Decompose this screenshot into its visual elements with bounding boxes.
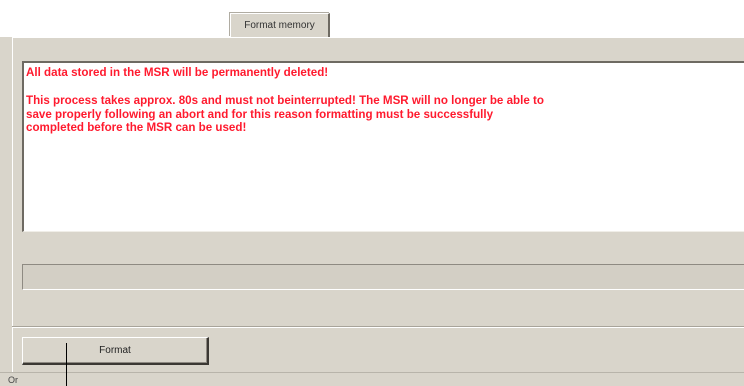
warning-blank-line bbox=[26, 80, 744, 94]
warning-line-1: All data stored in the MSR will be perma… bbox=[26, 66, 329, 79]
status-bar: Or bbox=[0, 372, 744, 386]
window-left-edge bbox=[0, 37, 12, 386]
warning-line-4: completed before the MSR can be used! bbox=[26, 121, 247, 135]
tab-format-memory[interactable]: Format memory bbox=[230, 13, 330, 37]
warning-line-3: save properly following an abort and for… bbox=[26, 107, 494, 121]
warning-message-box: All data stored in the MSR will be perma… bbox=[22, 61, 744, 232]
format-button[interactable]: Format bbox=[22, 337, 209, 365]
warning-line-2: This process takes approx. 80s and must … bbox=[26, 93, 544, 107]
button-separator bbox=[12, 326, 744, 328]
format-progress-bar bbox=[22, 264, 744, 290]
text-cursor-icon bbox=[66, 343, 67, 386]
format-memory-window: Format memory All data stored in the MSR… bbox=[0, 0, 744, 386]
